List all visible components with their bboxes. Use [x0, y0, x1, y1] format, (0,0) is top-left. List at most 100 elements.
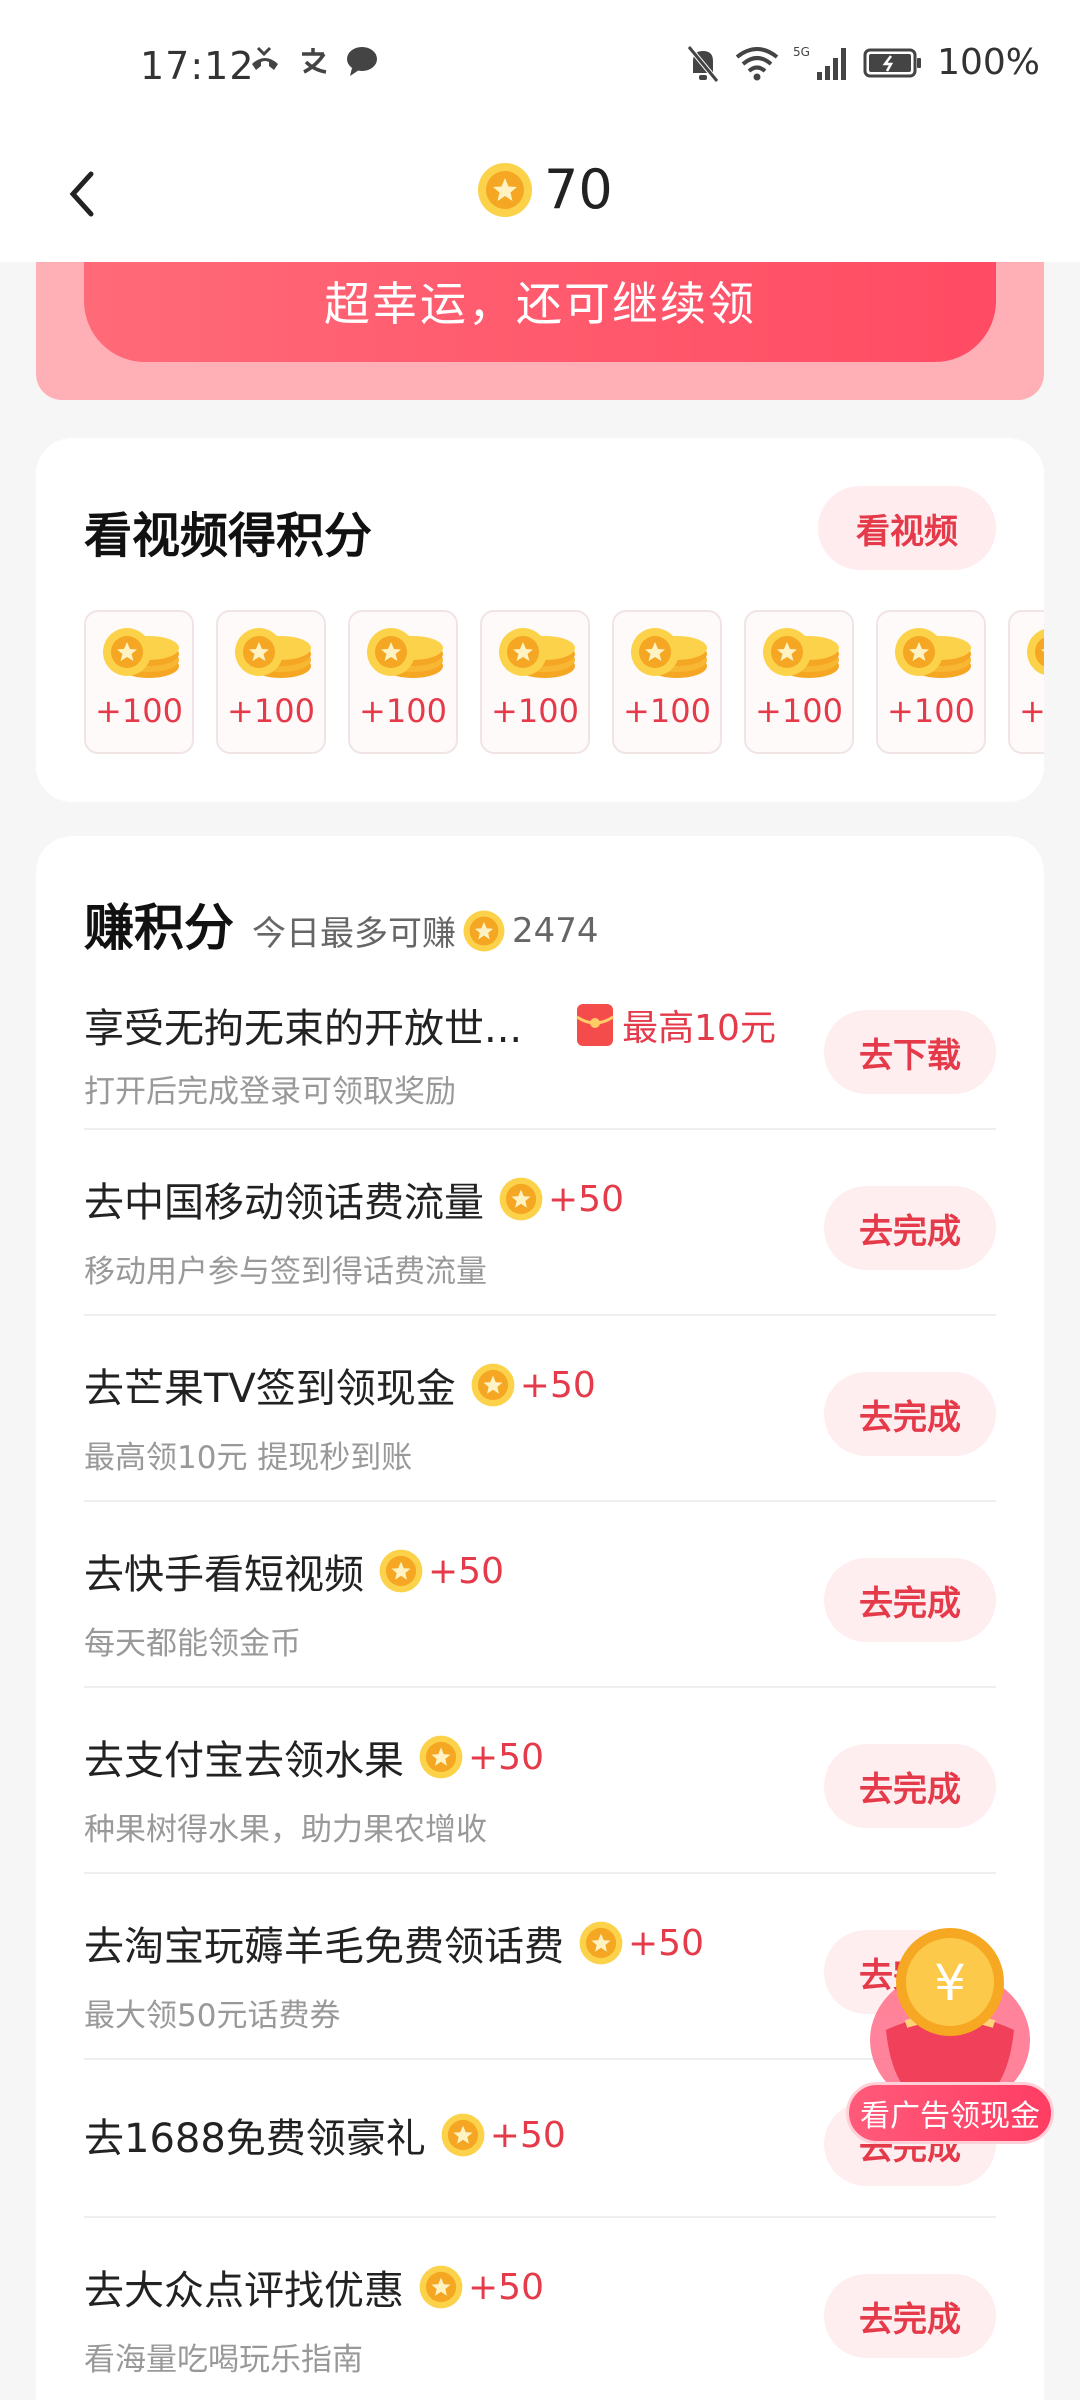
task-complete-button[interactable]: 去完成 [824, 1744, 996, 1828]
coin-icon [379, 1549, 423, 1593]
task-title-line: 去支付宝去领水果 +50 [84, 1728, 544, 1786]
reward-tile[interactable]: +100 [744, 610, 854, 754]
reward-tile[interactable]: +100 [216, 610, 326, 754]
task-reward-text: +50 [519, 1364, 596, 1406]
task-download-button[interactable]: 去下载 [824, 1010, 996, 1094]
floating-ad-widget[interactable]: ¥ 看广告领现金 [846, 1920, 1056, 2150]
task-title: 去支付宝去领水果 [84, 1738, 404, 1784]
reward-tile[interactable]: +100 [480, 610, 590, 754]
coin-icon [579, 1921, 623, 1965]
status-notification-icons [248, 44, 380, 78]
task-reward: +50 [578, 1920, 704, 1966]
coin-stack-icon [763, 628, 839, 678]
task-row: 去支付宝去领水果 +50 种果树得水果，助力果农增收 去完成 [84, 1688, 996, 1874]
task-reward-text: +50 [468, 2266, 544, 2308]
reward-amount: +100 [887, 692, 975, 730]
task-title: 去大众点评找优惠 [84, 2268, 404, 2314]
coin-stack-icon [103, 628, 179, 678]
task-reward: +50 [418, 2264, 544, 2310]
task-reward: +50 [418, 1734, 544, 1780]
floating-ad-label[interactable]: 看广告领现金 [846, 2082, 1054, 2144]
task-title-line: 去1688免费领豪礼 +50 [84, 2106, 566, 2164]
chevron-left-icon [69, 171, 94, 217]
video-points-card: 看视频得积分 看视频 +100 +100 +100 +100 +100 +100 [36, 438, 1044, 802]
task-reward-text: +50 [468, 1736, 544, 1778]
task-title: 去淘宝玩薅羊毛免费领话费 [84, 1924, 564, 1970]
task-title-line: 去中国移动领话费流量 +50 [84, 1170, 624, 1228]
task-description: 移动用户参与签到得话费流量 [84, 1254, 487, 1290]
coin-icon [499, 1177, 543, 1221]
task-complete-button[interactable]: 去完成 [824, 1558, 996, 1642]
points-value: 70 [544, 158, 613, 221]
task-title: 享受无拘无束的开放世... [84, 1006, 523, 1052]
task-reward-text: +50 [428, 1550, 504, 1592]
task-row: 去快手看短视频 +50 每天都能领金币 去完成 [84, 1502, 996, 1688]
missed-call-icon [252, 46, 278, 70]
task-complete-button[interactable]: 去完成 [824, 2274, 996, 2358]
red-packet-icon [576, 1004, 614, 1046]
task-description: 看海量吃喝玩乐指南 [84, 2342, 363, 2378]
reward-amount: +100 [623, 692, 711, 730]
earn-title: 赚积分 [84, 899, 234, 957]
reward-tile[interactable]: +100 [612, 610, 722, 754]
task-complete-button[interactable]: 去完成 [824, 1186, 996, 1270]
task-description: 打开后完成登录可领取奖励 [84, 1074, 456, 1110]
reward-amount: +100 [95, 692, 183, 730]
page-header: 70 [0, 130, 1080, 262]
message-icon [347, 47, 377, 76]
status-system-icons: 5G 100% [685, 42, 1040, 83]
reward-tile[interactable]: +100 [348, 610, 458, 754]
coin-stack-icon [1027, 629, 1044, 675]
coin-stack-icon [367, 628, 443, 678]
coin-icon [419, 1735, 463, 1779]
coin-stack-icon [235, 628, 311, 678]
status-time: 17:12 [140, 44, 255, 88]
coin-stack-icon [895, 628, 971, 678]
task-row: 去大众点评找优惠 +50 看海量吃喝玩乐指南 去完成 [84, 2218, 996, 2400]
task-reward: +50 [440, 2112, 566, 2158]
task-title-line: 去快手看短视频 +50 [84, 1542, 504, 1600]
task-reward-text: 最高10元 [622, 1008, 776, 1049]
svg-text:5G: 5G [793, 45, 810, 59]
back-button[interactable] [52, 154, 112, 234]
task-title-line: 去芒果TV签到领现金 +50 [84, 1356, 596, 1414]
video-card-title: 看视频得积分 [84, 508, 373, 564]
task-row: 享受无拘无束的开放世... 最高10元 打开后完成登录可领取奖励 去下载 [84, 976, 996, 1130]
reward-tile[interactable]: +100 [1008, 610, 1044, 754]
task-reward-text: +50 [548, 1178, 624, 1220]
task-reward: 最高10元 [576, 999, 776, 1051]
task-description: 种果树得水果，助力果农增收 [84, 1812, 487, 1848]
task-reward: +50 [378, 1548, 504, 1594]
reward-amount: +100 [359, 692, 447, 730]
watch-video-button[interactable]: 看视频 [818, 486, 996, 570]
coin-stack-icon [499, 628, 575, 678]
reward-amount: +100 [491, 692, 579, 730]
battery-percent: 100% [937, 42, 1040, 83]
task-description: 每天都能领金币 [84, 1626, 301, 1662]
task-description: 最大领50元话费券 [84, 1998, 341, 2034]
task-title: 去中国移动领话费流量 [84, 1180, 484, 1226]
task-reward-text: +50 [489, 2114, 566, 2156]
task-title-line: 去淘宝玩薅羊毛免费领话费 +50 [84, 1914, 704, 1972]
coin-stack-icon [631, 628, 707, 678]
task-complete-button[interactable]: 去完成 [824, 1372, 996, 1456]
earn-subtitle-text: 今日最多可赚 [252, 914, 456, 954]
status-bar: 17:12 5G 100% [0, 0, 1080, 130]
reward-amount: +100 [755, 692, 843, 730]
lucky-banner: 超幸运，还可继续领 [36, 240, 1044, 400]
task-description: 最高领10元 提现秒到账 [84, 1440, 413, 1476]
svg-text:¥: ¥ [934, 1954, 966, 2012]
mute-bell-icon [687, 44, 720, 83]
task-title-line: 去大众点评找优惠 +50 [84, 2258, 544, 2316]
reward-tile[interactable]: +100 [84, 610, 194, 754]
task-row: 去芒果TV签到领现金 +50 最高领10元 提现秒到账 去完成 [84, 1316, 996, 1502]
signal-5g-icon: 5G [793, 45, 847, 80]
coin-icon [419, 2265, 463, 2309]
battery-icon [863, 48, 922, 77]
task-title: 去1688免费领豪礼 [84, 2116, 426, 2162]
reward-tile[interactable]: +100 [876, 610, 986, 754]
coin-icon [471, 1363, 515, 1407]
points-display: 70 [476, 158, 613, 221]
task-title-line: 享受无拘无束的开放世... 最高10元 [84, 996, 776, 1054]
reward-amount: +100 [227, 692, 315, 730]
